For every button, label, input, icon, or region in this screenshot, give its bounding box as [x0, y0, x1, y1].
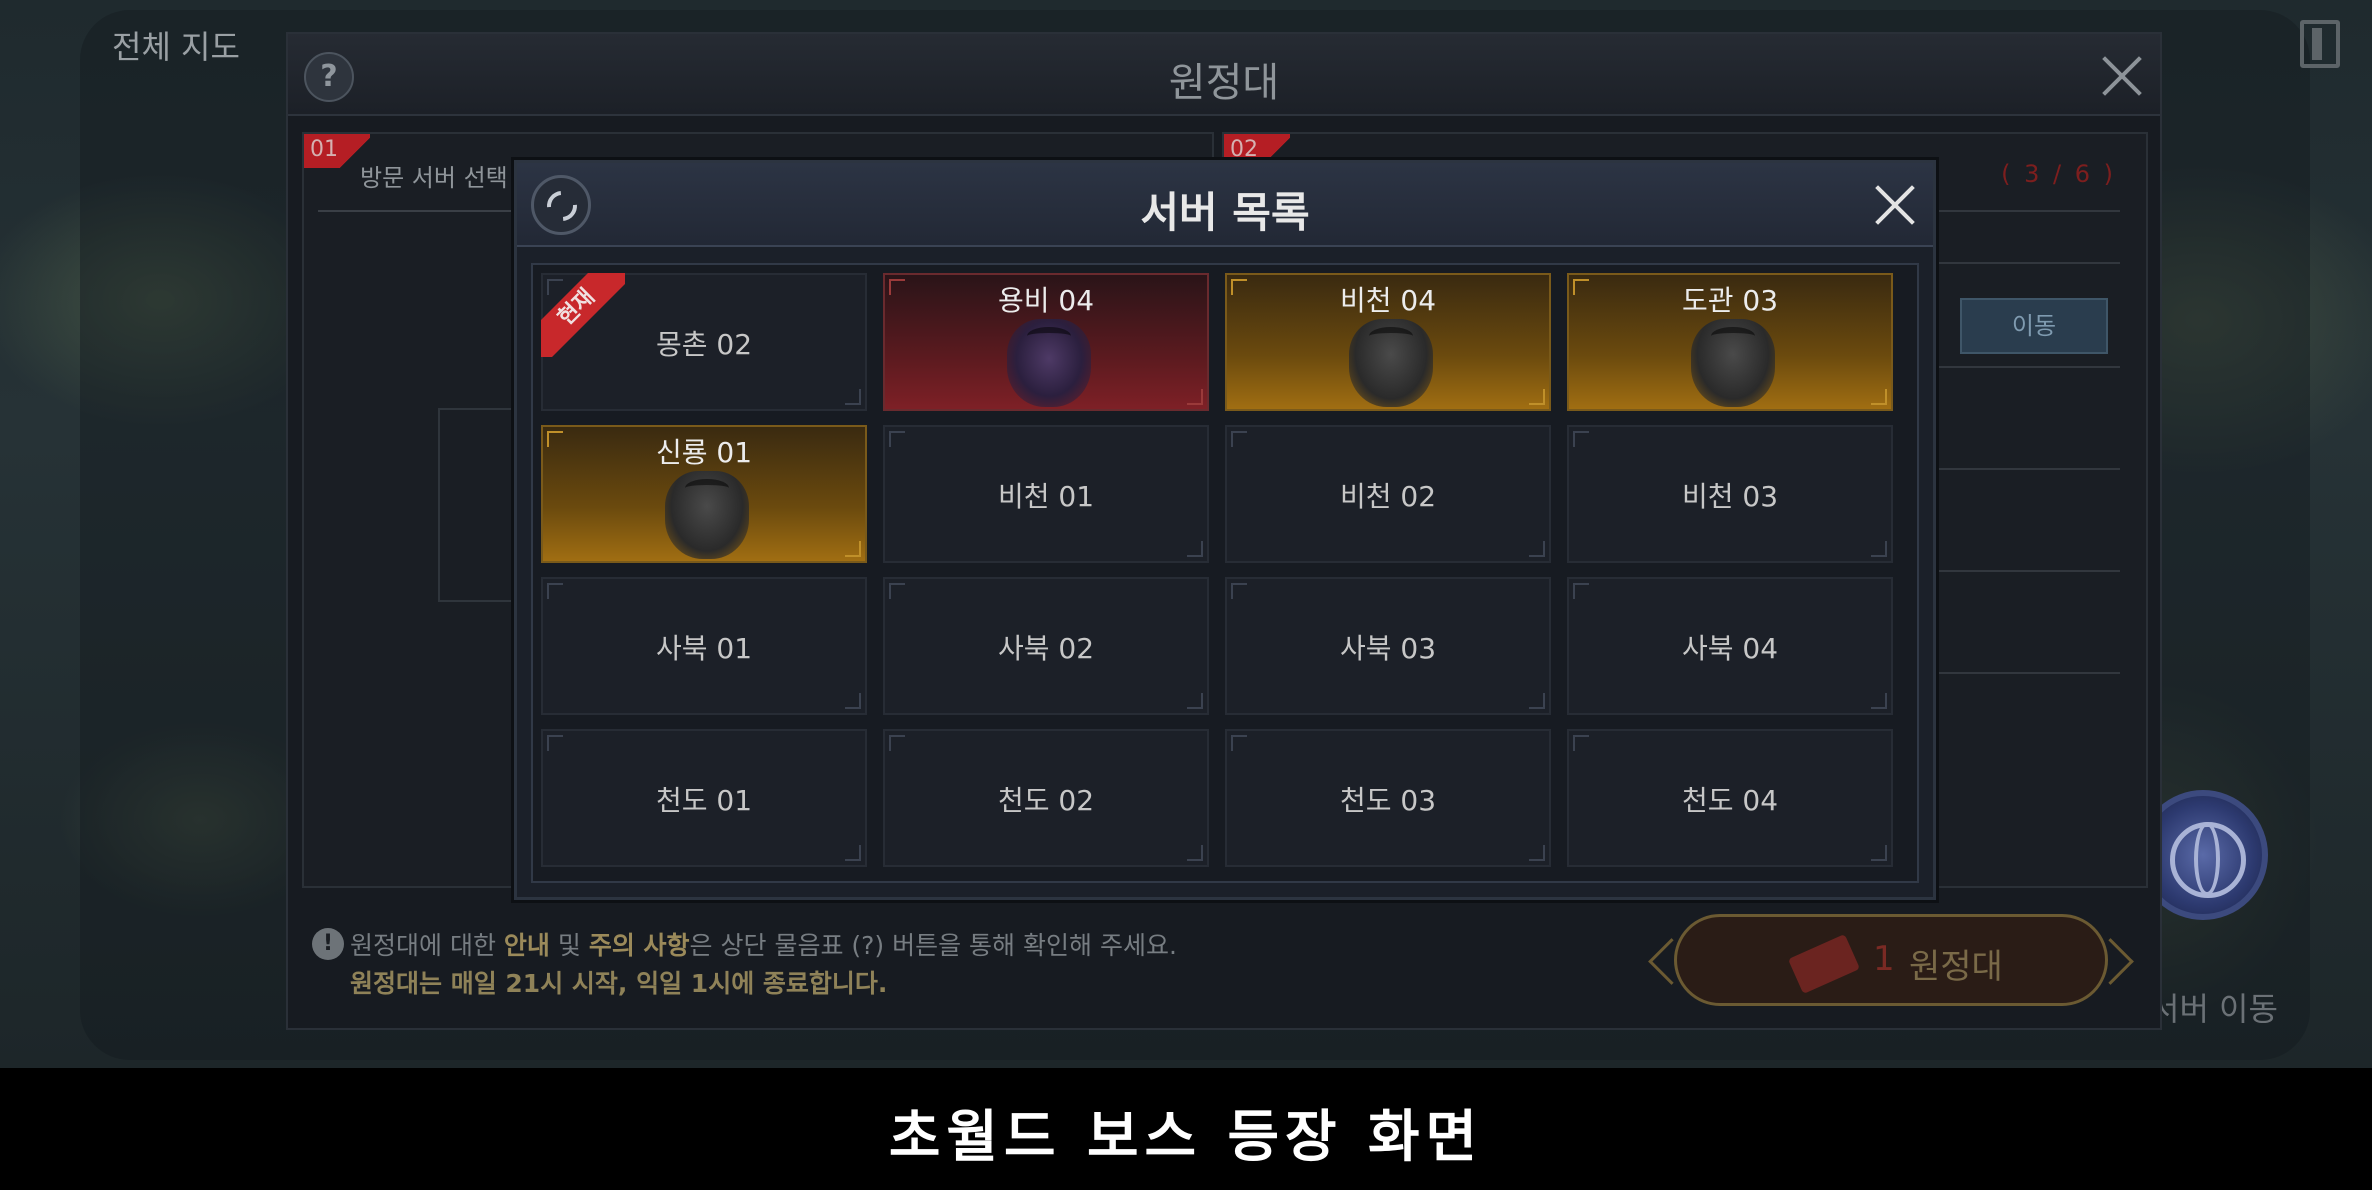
- server-name: 사북 03: [1339, 632, 1437, 665]
- server-cell[interactable]: 도관 03: [1567, 273, 1893, 411]
- server-grid: 현재 몽촌 02 용비 04 비천 04 도관 03 신룡 01 비천 01 비천 02 비천 …: [531, 263, 1919, 883]
- server-cell[interactable]: 천도 03: [1225, 729, 1551, 867]
- exit-icon[interactable]: [2300, 20, 2340, 68]
- world-boss-icon: [1349, 319, 1433, 407]
- step1-title: 방문 서버 선택: [360, 164, 508, 192]
- server-name: 용비 04: [997, 284, 1095, 317]
- server-name: 사북 02: [997, 632, 1095, 665]
- server-name: 비천 02: [1339, 480, 1437, 513]
- server-name: 비천 04: [1339, 284, 1437, 317]
- server-cell[interactable]: 천도 01: [541, 729, 867, 867]
- notice-line1: 원정대에 대한 안내 및 주의 사항은 상단 물음표 (?) 버튼을 통해 확인…: [350, 931, 1177, 960]
- server-cell[interactable]: 현재 몽촌 02: [541, 273, 867, 411]
- server-cell[interactable]: 사북 03: [1225, 577, 1551, 715]
- server-list-modal: 서버 목록 현재 몽촌 02 용비 04 비천 04 도관 03 신룡 01 비천 01 비천…: [514, 160, 1936, 900]
- server-cell[interactable]: 비천 01: [883, 425, 1209, 563]
- server-cell[interactable]: 비천 04: [1225, 273, 1551, 411]
- server-cell[interactable]: 신룡 01: [541, 425, 867, 563]
- expedition-button-label: 원정대: [1909, 947, 2003, 987]
- server-cell[interactable]: 사북 01: [541, 577, 867, 715]
- map-title: 전체 지도: [112, 28, 240, 66]
- server-name: 비천 03: [1681, 480, 1779, 513]
- server-cell[interactable]: 비천 02: [1225, 425, 1551, 563]
- ticket-count: 1: [1873, 939, 1895, 979]
- server-move-label[interactable]: 서버 이동: [2150, 984, 2278, 1030]
- server-name: 사북 01: [655, 632, 753, 665]
- ticket-icon: [1787, 934, 1861, 994]
- warning-icon: !: [312, 928, 344, 960]
- server-cell[interactable]: 사북 04: [1567, 577, 1893, 715]
- server-name: 천도 04: [1681, 784, 1779, 817]
- server-name: 비천 01: [997, 480, 1095, 513]
- server-cell[interactable]: 용비 04: [883, 273, 1209, 411]
- move-button[interactable]: 이동: [1960, 298, 2108, 354]
- server-list-title: 서버 목록: [1140, 188, 1310, 237]
- caption-text: 초월드 보스 등장 화면: [888, 1105, 1484, 1170]
- server-name: 천도 01: [655, 784, 753, 817]
- expedition-header: ? 원정대: [288, 34, 2160, 116]
- server-name: 천도 02: [997, 784, 1095, 817]
- expedition-start-button[interactable]: 1 원정대: [1674, 914, 2108, 1006]
- server-name: 도관 03: [1681, 284, 1779, 317]
- close-icon[interactable]: [1873, 183, 1917, 227]
- world-map-background: 전체 지도 서버 이동 ? 원정대 01 방문 서버 선택 방 02 ( 3 /…: [0, 0, 2372, 1068]
- server-name: 천도 03: [1339, 784, 1437, 817]
- world-boss-icon: [665, 471, 749, 559]
- server-list-header: 서버 목록: [517, 163, 1933, 247]
- server-name: 신룡 01: [655, 436, 753, 469]
- world-boss-icon: [1691, 319, 1775, 407]
- close-icon[interactable]: [2100, 54, 2144, 98]
- party-count: ( 3 / 6 ): [2001, 160, 2116, 188]
- world-boss-icon: [1007, 319, 1091, 407]
- server-cell[interactable]: 천도 04: [1567, 729, 1893, 867]
- server-name: 사북 04: [1681, 632, 1779, 665]
- server-name: 몽촌 02: [655, 328, 753, 361]
- expedition-title: 원정대: [1168, 60, 1280, 106]
- notice-line2: 원정대는 매일 21시 시작, 익일 1시에 종료합니다.: [350, 969, 888, 998]
- caption-bar: 초월드 보스 등장 화면: [0, 1068, 2372, 1190]
- server-cell[interactable]: 천도 02: [883, 729, 1209, 867]
- server-cell[interactable]: 사북 02: [883, 577, 1209, 715]
- server-cell[interactable]: 비천 03: [1567, 425, 1893, 563]
